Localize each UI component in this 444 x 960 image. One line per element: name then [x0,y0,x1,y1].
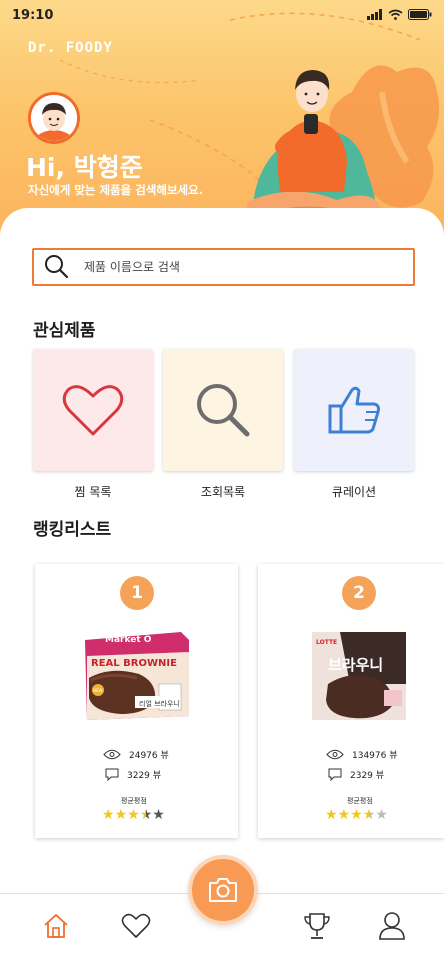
home-icon [44,914,68,938]
signal-icon [367,9,382,20]
curation-card[interactable] [294,349,414,471]
battery-icon [408,9,432,20]
review-count: 3229 뷰 [127,771,162,781]
rating-label: 평균평점 [121,797,147,805]
camera-icon [209,878,237,902]
eye-icon [326,749,344,760]
view-count: 24976 뷰 [129,751,169,761]
interest-section-title: 관심제품 [33,321,96,341]
heart-icon [62,385,124,436]
search-icon [197,384,250,437]
product-brand-label: LOTTE [316,639,337,646]
avatar[interactable] [28,92,80,144]
nav-profile[interactable] [372,908,412,944]
star-full-icon: ★ [325,807,338,823]
avatar-face-icon [31,95,77,141]
product-name-label: 브라우니 [328,656,383,674]
ranking-card-1[interactable]: 1 Market O REAL BROWNIE 리얼 브라우니 NEW 2497… [35,564,238,838]
search-input[interactable] [84,260,384,274]
star-half-icon: ★ [139,807,153,823]
status-icons [367,9,432,20]
star-half-icon: ★ [362,807,376,823]
nav-ranking[interactable] [297,908,337,944]
view-history-card[interactable] [163,349,283,471]
star-full-icon: ★ [337,807,351,823]
brand-logo: Dr. FOODY [28,40,113,56]
product-brand-label: Market O [105,635,152,645]
product-korean-name: 리얼 브라우니 [139,699,180,708]
view-history-label[interactable]: 조회목록 [163,483,283,500]
star-full-icon: ★ [127,807,140,823]
rating-label: 평균평점 [347,797,373,805]
search-icon [45,255,69,279]
product-image-brownie: Market O REAL BROWNIE 리얼 브라우니 NEW [85,632,189,720]
wishlist-card[interactable] [33,349,153,471]
ranking-section-title: 랭킹리스트 [33,520,112,540]
rating-stars: ★ ★ ★ ★ ★ [325,808,388,822]
comment-icon [328,768,342,781]
camera-button[interactable] [188,855,258,925]
star-full-icon: ★ [350,807,363,823]
status-time: 19:10 [12,8,54,23]
star-empty-icon: ★ [375,807,388,823]
nav-home[interactable] [36,908,76,944]
product-new-badge: NEW [93,688,103,693]
view-count: 134976 뷰 [352,751,398,761]
star-full-icon: ★ [102,807,115,823]
greeting-subtitle: 자신에게 맞는 제품을 검색해보세요. [28,183,204,197]
review-count-row: 3229 뷰 [105,768,161,781]
comment-icon [105,768,119,781]
rank-badge: 2 [342,576,376,610]
product-name-label: REAL BROWNIE [91,658,177,669]
wishlist-label[interactable]: 찜 목록 [33,483,153,500]
star-empty-icon: ★ [152,807,165,823]
star-full-icon: ★ [114,807,128,823]
trophy-icon [304,913,330,939]
ranking-card-2[interactable]: 2 LOTTE 브라우니 134976 뷰 2329 뷰 평균평점 ★ ★ ★ … [258,564,444,838]
nav-wishlist[interactable] [116,908,156,944]
wifi-icon [388,9,403,20]
review-count-row: 2329 뷰 [328,768,384,781]
product-image-lotte-brownie: LOTTE 브라우니 [312,632,406,720]
search-bar[interactable] [32,248,415,286]
thumbs-up-icon [328,386,380,434]
curation-label[interactable]: 큐레이션 [294,483,414,500]
eye-icon [103,749,121,760]
rank-badge: 1 [120,576,154,610]
view-count-row: 24976 뷰 [103,748,169,761]
greeting: Hi, 박형준 [26,153,143,182]
view-count-row: 134976 뷰 [326,748,398,761]
rating-stars: ★ ★ ★ ★ ★ [102,808,165,822]
review-count: 2329 뷰 [350,771,385,781]
user-icon [379,912,405,940]
heart-icon [121,913,151,938]
